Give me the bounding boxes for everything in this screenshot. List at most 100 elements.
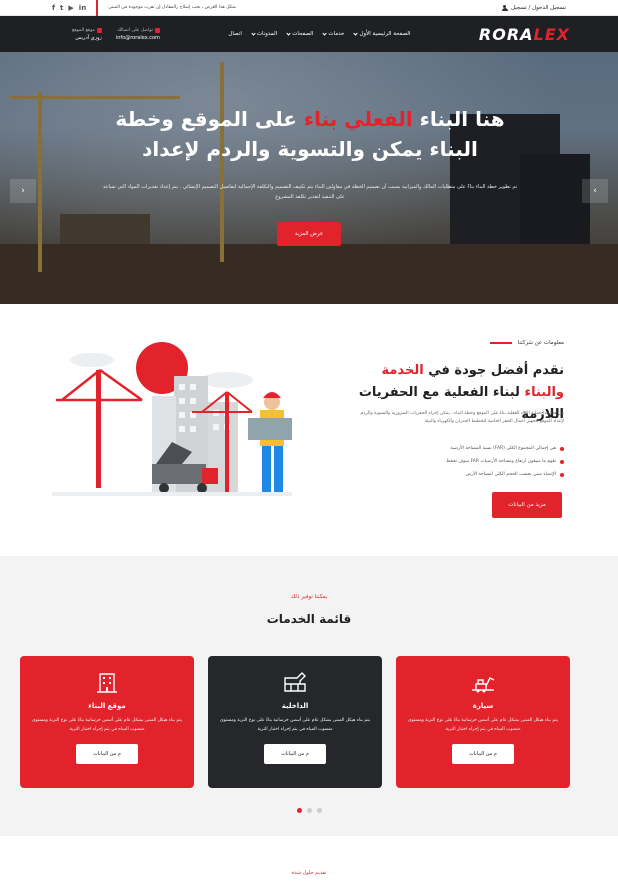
carousel-dots [0,808,618,813]
services-cards: سيارة يتم بناء هيكل المبنى بشكل عام على … [20,656,570,788]
cloud-shape [70,353,114,367]
service-card-text: يتم بناء هيكل المبنى بشكل عام على أسس خر… [408,718,558,732]
wheel-shape [159,483,169,493]
contact-location: موقع الموقع زوري آدريس [72,27,102,41]
login-label: تسجيل الدخول / تسجيل [510,4,566,11]
hero-description: تم تطوير خطة البناء بناءً على متطلبات ال… [102,184,518,200]
hero-cta-button[interactable]: عرض المزيد [277,222,341,246]
bullet-icon [560,446,564,451]
building-icon [97,673,117,693]
facebook-icon[interactable]: f [52,4,55,12]
about-section: معلومات عن شركتنا نقدم أفضل جودة في الخد… [0,304,618,556]
site-logo[interactable]: RORALEX [479,25,570,44]
bullet-text: هي إجمالي المجموع الكلي (FAR) نسبة المسا… [450,446,556,451]
contact-location-label: موقع الموقع [72,27,95,33]
truck-shape [152,464,206,484]
top-bar: f t ▶ in شكل هذا الغرض ، يجب إصلاح رالمق… [0,0,618,16]
nav-item-contact[interactable]: اتصال [228,31,242,37]
about-kicker: معلومات عن شركتنا [489,340,564,346]
hero-title-highlight: الفعلي بناء [303,107,413,131]
kicker-bar [489,342,512,344]
service-card[interactable]: سيارة يتم بناء هيكل المبنى بشكل عام على … [396,656,570,788]
top-bar-left: f t ▶ in شكل هذا الغرض ، يجب إصلاح رالمق… [52,0,236,16]
divider [96,0,99,16]
about-more-button[interactable]: مزيد من البيانات [492,492,562,518]
hero-overlay [0,52,618,304]
nav-item-home[interactable]: الصفحة الرئيسية الأول [353,30,411,37]
ground-shape [52,492,292,496]
main-nav: الصفحة الرئيسية الأول خدمات الصفحات المد… [228,30,411,37]
wheel-shape [197,483,207,493]
bullet-text: الإنشاء مبني بحسب الحجم الكلي لمساحة الأ… [465,472,556,477]
contact-email-label: تواصل على اتصالك [117,27,153,33]
nav-home-label: الصفحة الرئيسية الأول [359,31,411,37]
contact-email: تواصل على اتصالك info@roralex.com [116,27,160,41]
service-card-button[interactable]: م من البيانات [264,744,326,764]
carousel-dot[interactable] [306,808,312,813]
contact-location-value: زوري آدريس [75,34,102,41]
nav-item-services[interactable]: خدمات [322,30,345,37]
location-icon [96,27,102,33]
worker-leg [274,446,283,492]
linkedin-icon[interactable]: in [79,4,86,12]
next-section-kicker: تقديم حلول شدة [291,870,327,876]
bricks-icon [284,672,306,692]
hero-title-part1: هنا البناء [419,107,505,131]
service-card-button[interactable]: م من البيانات [452,744,514,764]
carousel-dot[interactable] [296,808,302,813]
about-paragraph: من هذا ابدأ عملية البناء الفعلية بناءً ع… [360,411,564,424]
blueprint-shape [248,418,292,440]
crane-tower [225,392,229,492]
chevron-down-icon [353,30,359,36]
construction-illustration [52,342,292,496]
nav-blog-label: المدونات [256,31,278,37]
login-link[interactable]: تسجيل الدخول / تسجيل [501,4,566,11]
services-section: يمكننا توفير ذلك قائمة الخدمات سيارة يتم… [0,556,618,836]
worker-leg [262,446,271,492]
about-title-part1: نقدم أفضل جودة في [428,363,564,378]
worker-helmet [263,392,281,398]
list-item: هي إجمالي المجموع الكلي (FAR) نسبة المسا… [354,442,564,455]
social-links: f t ▶ in [52,4,86,12]
carousel-dot[interactable] [316,808,322,813]
contact-email-value[interactable]: info@roralex.com [116,35,160,41]
top-notice: شكل هذا الغرض ، يجب إصلاح رالمقادل إن تق… [108,5,236,10]
chevron-down-icon [322,30,327,36]
bullet-icon [560,459,564,464]
nav-services-label: خدمات [328,31,345,37]
bullet-icon [560,472,564,477]
services-kicker: يمكننا توفير ذلك [290,594,328,600]
about-kicker-text: معلومات عن شركتنا [517,340,564,346]
crane-tower [96,370,101,488]
list-item: الإنشاء مبني بحسب الحجم الكلي لمساحة الأ… [354,468,564,481]
service-card-title: سيارة [472,702,494,710]
service-card-button[interactable]: م من البيانات [76,744,138,764]
logo-main: RORA [478,24,534,44]
service-card-text: يتم بناء هيكل المبنى بشكل عام على أسس خر… [32,718,182,732]
nav-item-blog[interactable]: المدونات [251,30,278,37]
youtube-icon[interactable]: ▶ [68,4,73,12]
list-item: نقوم ما ميبقون ارتفاع ومساحة الأرضيات FA… [354,455,564,468]
service-card-text: يتم بناء هيكل المبنى بشكل عام على أسس خر… [220,718,370,732]
service-card[interactable]: الداخلية يتم بناء هيكل المبنى بشكل عام ع… [208,656,382,788]
cloud-shape [201,372,253,388]
service-card-title: الداخلية [281,702,309,710]
main-header: موقع الموقع زوري آدريس تواصل على اتصالك … [0,16,618,52]
mail-icon [154,27,160,33]
chevron-down-icon [251,30,256,36]
chevron-down-icon [286,30,291,36]
services-title: قائمة الخدمات [266,612,352,626]
twitter-icon[interactable]: t [60,4,63,12]
excavator-icon [472,677,495,693]
nav-pages-label: الصفحات [292,31,314,37]
truck-cab-shape [202,468,218,484]
bullet-text: نقوم ما ميبقون ارتفاع ومساحة الأرضيات FA… [446,459,556,464]
logo-accent: LEX [533,24,570,44]
header-contacts: موقع الموقع زوري آدريس تواصل على اتصالك … [72,27,160,41]
about-bullets: هي إجمالي المجموع الكلي (FAR) نسبة المسا… [354,442,564,481]
service-card[interactable]: موقع البناء يتم بناء هيكل المبنى بشكل عا… [20,656,194,788]
nav-contact-label: اتصال [228,31,242,37]
slider-prev-button[interactable]: ‹ [10,179,36,203]
nav-item-pages[interactable]: الصفحات [286,30,314,37]
slider-next-button[interactable]: › [582,179,608,203]
